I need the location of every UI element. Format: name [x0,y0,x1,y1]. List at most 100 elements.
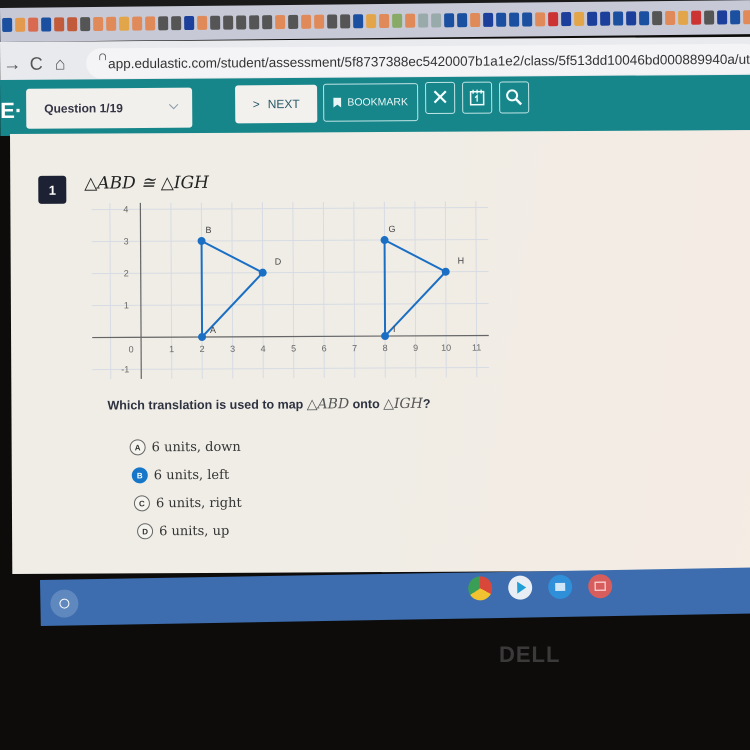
prompt-text: Which translation is used to map [107,397,307,413]
bookmark-favicon[interactable] [522,12,533,27]
bookmark-favicon[interactable] [587,11,598,26]
url-field[interactable]: app.edulastic.com/student/assessment/5f8… [86,43,750,79]
grid-line-h [92,366,489,371]
bookmark-favicon[interactable] [41,17,52,32]
bookmarks-bar [0,0,750,42]
bookmark-icon [333,98,341,108]
home-icon[interactable]: ⌂ [48,53,72,74]
close-button[interactable]: ✕ [425,81,456,115]
radio-c[interactable]: C [133,495,150,512]
chrome-icon[interactable] [468,576,493,601]
bookmark-favicon[interactable] [561,12,572,27]
screen-recorder-icon[interactable] [587,574,613,599]
question-select[interactable]: Question 1/19 ⌵ [26,87,193,129]
bookmark-favicon[interactable] [288,14,299,29]
bookmark-favicon[interactable] [457,13,468,28]
forward-icon[interactable]: → [0,53,24,74]
bookmark-favicon[interactable] [132,16,143,31]
bookmark-favicon[interactable] [431,13,442,28]
bookmark-favicon[interactable] [236,15,247,30]
vertex-b [197,236,206,245]
bookmark-favicon[interactable] [691,10,702,25]
bookmark-favicon[interactable] [275,15,286,30]
bookmark-favicon[interactable] [652,11,663,26]
bookmark-favicon[interactable] [106,16,117,31]
bookmark-favicon[interactable] [366,14,377,29]
bookmark-favicon[interactable] [639,11,650,26]
bookmark-favicon[interactable] [535,12,546,27]
coordinate-graph: 0 1 2 3 4 5 6 7 8 9 10 11 -1 1 2 3 4 A B D I G H [91,201,489,380]
bookmark-favicon[interactable] [2,17,13,32]
bookmark-favicon[interactable] [574,11,585,26]
choice-d[interactable]: D 6 units, up [137,517,242,546]
bookmark-favicon[interactable] [67,17,78,32]
bookmark-favicon[interactable] [184,15,195,31]
grid-line-v [109,203,112,380]
bookmark-favicon[interactable] [158,16,169,31]
bookmark-favicon[interactable] [548,12,559,27]
bookmark-favicon[interactable] [704,10,715,25]
bookmark-favicon[interactable] [379,13,390,29]
bookmark-favicon[interactable] [444,13,455,28]
close-icon: ✕ [430,84,450,110]
bookmark-favicon[interactable] [223,15,234,30]
bookmark-favicon[interactable] [470,12,481,28]
bookmark-favicon[interactable] [353,14,364,29]
bookmark-favicon[interactable] [262,15,273,30]
bookmark-favicon[interactable] [210,15,221,30]
next-button[interactable]: > NEXT [235,84,318,124]
launcher-icon[interactable] [50,589,79,618]
bookmark-favicon[interactable] [418,13,429,28]
bookmark-favicon[interactable] [327,14,338,29]
bookmark-button[interactable]: BOOKMARK [323,83,419,122]
vertex-label-a: A [210,325,216,335]
bookmark-favicon[interactable] [717,10,728,25]
bookmark-favicon[interactable] [509,12,520,27]
bookmark-favicon[interactable] [171,16,182,31]
choice-c[interactable]: C 6 units, right [133,489,242,518]
scratchpad-button[interactable] [462,81,493,114]
magnifier-button[interactable] [499,81,530,114]
bookmark-favicon[interactable] [28,17,39,32]
bookmark-favicon[interactable] [314,14,325,29]
next-label: NEXT [267,96,300,112]
bookmark-favicon[interactable] [483,12,494,27]
bookmark-favicon[interactable] [119,16,130,31]
choice-a[interactable]: A 6 units, down [129,433,242,462]
bookmark-favicon[interactable] [15,17,26,32]
x-tick-label: 6 [322,343,327,353]
bookmark-favicon[interactable] [743,10,750,25]
radio-d[interactable]: D [137,523,154,540]
bookmark-favicon[interactable] [665,10,676,26]
files-icon[interactable] [547,574,573,600]
bookmark-favicon[interactable] [301,14,312,29]
bookmark-favicon[interactable] [626,11,637,26]
bookmark-favicon[interactable] [340,14,351,29]
x-tick-label: 9 [413,343,418,353]
os-shelf [40,567,750,626]
play-store-icon[interactable] [507,575,533,600]
bookmark-favicon[interactable] [496,12,507,27]
bookmark-favicon[interactable] [54,17,65,32]
bookmark-favicon[interactable] [678,10,689,25]
radio-a[interactable]: A [129,439,146,456]
vertex-label-g: G [388,224,395,234]
bookmark-favicon[interactable] [249,15,260,30]
y-tick-label: -1 [121,364,129,374]
bookmark-favicon[interactable] [730,10,741,25]
reload-icon[interactable]: C [24,53,48,74]
url-text: app.edulastic.com/student/assessment/5f8… [108,50,750,71]
grid-line-h [91,270,489,275]
bookmark-favicon[interactable] [392,13,403,28]
bookmark-favicon[interactable] [600,11,611,26]
bookmark-favicon[interactable] [80,17,91,32]
bookmark-favicon[interactable] [405,13,416,28]
x-tick-label: 5 [291,344,296,354]
radio-b[interactable]: B [131,467,148,484]
y-tick-label: 2 [124,268,129,278]
choice-b[interactable]: B 6 units, left [131,461,242,490]
bookmark-favicon[interactable] [613,11,624,26]
bookmark-favicon[interactable] [93,16,104,32]
bookmark-favicon[interactable] [197,15,208,30]
bookmark-favicon[interactable] [145,16,156,31]
